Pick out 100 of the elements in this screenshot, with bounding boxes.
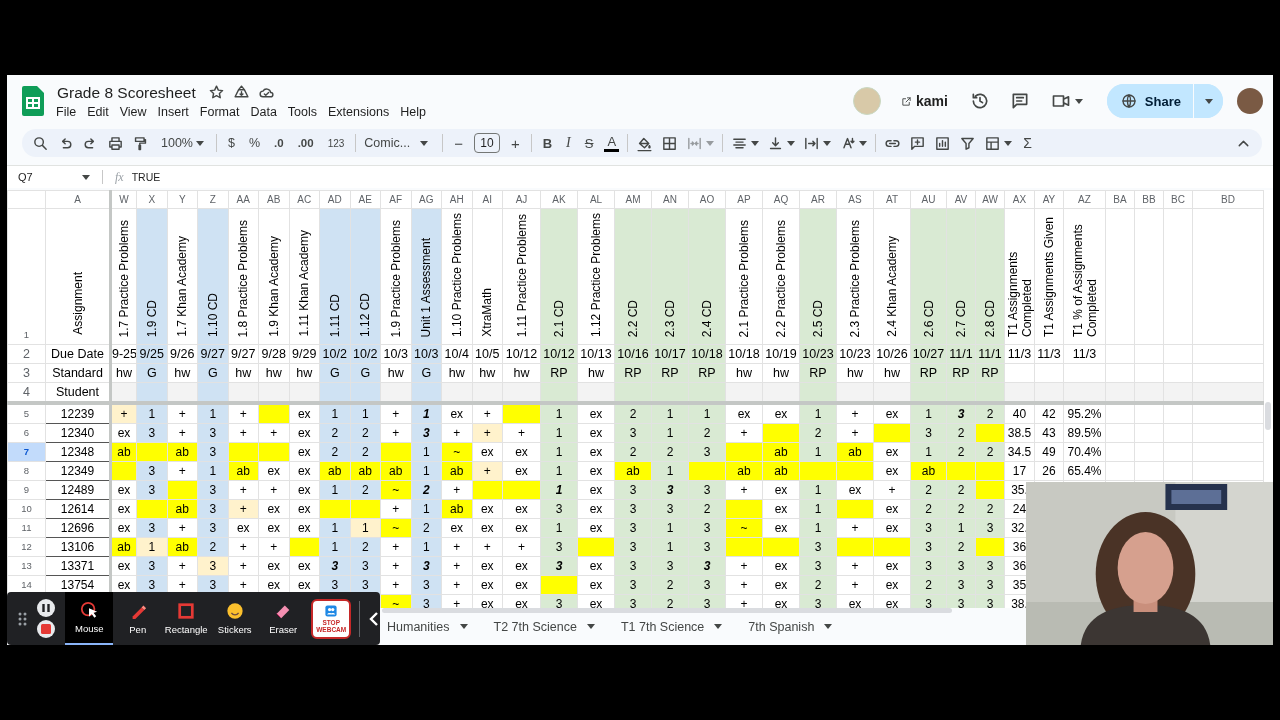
menu-item[interactable]: Data [244,104,283,119]
menu-item[interactable]: Insert [152,104,195,119]
table-cell: + [725,480,763,500]
decrease-size-button[interactable]: − [451,134,466,152]
caret-icon[interactable] [787,140,796,146]
column-header: 1.7 Khan Academy [167,208,198,345]
scrollbar-thumb[interactable] [382,608,952,613]
recorder-tool[interactable]: Pen [113,592,162,645]
text-color-button[interactable]: A [604,134,620,152]
sum-button[interactable]: Σ [1020,135,1035,152]
pause-icon[interactable] [37,599,55,617]
table-button[interactable] [984,134,1013,152]
column-header: 2.3 CD [651,208,689,345]
column-letter: Y [167,190,198,209]
rectangle-icon[interactable] [177,602,196,620]
table-cell: + [836,403,874,424]
caret-icon[interactable] [824,624,833,629]
table-icon[interactable] [984,134,1002,152]
sheet-tab[interactable]: 7th Spanish [748,619,833,634]
search-icon[interactable] [32,134,49,152]
recorder-tool[interactable]: Rectangle [161,592,211,645]
caret-icon[interactable] [459,624,468,629]
sticker-icon[interactable] [225,602,244,620]
table-cell: ex [472,556,503,576]
menu-item[interactable]: View [114,104,153,119]
webcam-icon[interactable] [324,604,339,618]
row-number: 5 [7,403,46,424]
borders-icon[interactable] [661,134,679,152]
menu-item[interactable]: Extensions [322,104,395,119]
sheet-tab[interactable]: T1 7th Science [620,619,723,634]
font-size-field[interactable]: 10 [473,133,500,154]
table-cell: + [380,499,411,519]
caret-icon[interactable] [196,140,204,146]
strikethrough-button[interactable]: S [581,135,597,151]
sheet-tab[interactable]: T2 7th Science [493,619,595,634]
external-link-icon[interactable] [900,95,912,107]
caret-icon[interactable] [859,140,868,146]
table-cell: 34.5 [1004,442,1035,462]
menu-item[interactable]: File [56,104,82,119]
sheets-logo-icon[interactable] [22,86,44,117]
formula-value[interactable]: TRUE [131,171,161,184]
decrease-decimal-button[interactable]: .0 [271,137,287,150]
number-format-button[interactable]: 123 [324,137,348,149]
bold-button[interactable]: B [539,135,556,151]
column-letter: AS [836,190,874,209]
avatar[interactable] [1237,88,1263,115]
caret-icon[interactable] [1205,98,1213,104]
share-button[interactable]: Share [1106,84,1194,119]
column-header: 2.3 Practice Problems [836,208,874,345]
cursor-icon[interactable] [80,601,99,619]
menu-item[interactable]: Edit [81,104,115,119]
sheet-tab[interactable]: Humanities [387,619,468,634]
percent-button[interactable]: % [245,136,264,151]
caret-icon[interactable] [420,140,429,146]
recorder-tool[interactable]: Stickers [210,592,259,645]
table-cell: ex [873,499,911,519]
stop-icon[interactable] [37,620,55,638]
table-cell: ex [502,442,541,462]
caret-icon[interactable] [82,174,90,180]
document-title[interactable]: Grade 8 Scoresheet [57,83,196,102]
caret-icon[interactable] [823,140,832,146]
caret-icon[interactable] [751,140,760,146]
italic-button[interactable]: I [563,135,574,152]
currency-button[interactable]: $ [225,136,238,151]
table-cell: hw [762,363,800,383]
increase-decimal-button[interactable]: .00 [294,137,317,150]
caret-icon[interactable] [714,624,723,629]
zoom-dropdown[interactable]: 100% [161,136,204,151]
font-dropdown[interactable]: Comic... [364,136,435,151]
table-cell: + [725,423,763,443]
row-label: Due Date [45,344,111,364]
name-box[interactable]: Q7 [18,171,96,184]
caret-icon[interactable] [1074,98,1083,104]
table-cell: + [441,480,472,500]
table-cell: ex [258,556,289,576]
caret-icon[interactable] [586,624,595,629]
add-comment-icon[interactable] [909,134,927,152]
table-cell: + [836,556,874,576]
caret-icon[interactable] [1004,140,1013,146]
chevron-left-icon[interactable] [368,610,380,627]
globe-icon[interactable] [1120,93,1137,110]
table-cell: + [258,423,289,443]
chart-icon[interactable] [934,134,952,152]
recorder-tool[interactable]: Eraser [258,592,308,645]
vertical-align-button[interactable] [767,134,796,152]
drag-handle-icon[interactable] [18,611,27,626]
print-icon[interactable] [107,134,124,152]
column-header: 2.1 Practice Problems [725,208,763,345]
table-cell: 9/27 [228,344,259,364]
menu-item[interactable]: Help [394,104,432,119]
column-letter: AT [873,190,911,209]
increase-size-button[interactable]: + [507,134,523,152]
recorder-tool[interactable]: Mouse [65,592,114,645]
menu-item[interactable]: Format [194,104,245,119]
addon-link[interactable]: kami [915,93,948,110]
menu-item[interactable]: Tools [282,104,323,119]
scrollbar-thumb[interactable] [1265,402,1271,430]
column-letter: BD [1192,190,1264,209]
table-cell: + [167,518,198,538]
paint-format-icon[interactable] [132,134,149,152]
